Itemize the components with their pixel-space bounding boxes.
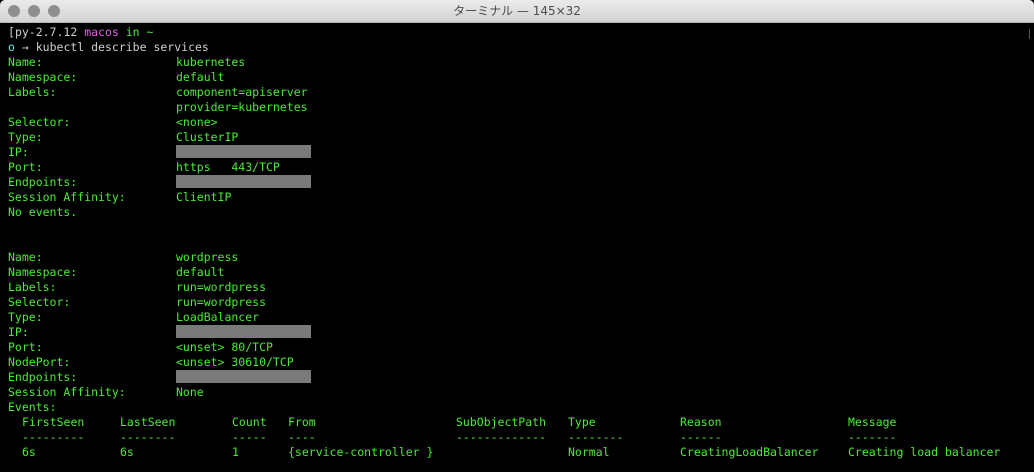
command-line: o → kubectl describe services: [8, 40, 209, 55]
field-label: Selector:: [8, 115, 71, 129]
column-header: FirstSeen: [22, 415, 85, 429]
service-name: wordpress: [176, 250, 239, 264]
table-cell: Normal: [568, 445, 610, 459]
label-value: run=wordpress: [176, 280, 267, 294]
title-bar: ターミナル — 145×32: [0, 0, 1034, 23]
field-label: Port:: [8, 160, 43, 174]
window-title: ターミナル — 145×32: [453, 4, 581, 18]
port-value: <unset> 80/TCP: [176, 340, 273, 354]
python-env: py-2.7.12: [14, 25, 78, 39]
field-label: Name:: [8, 250, 43, 264]
namespace-value: default: [176, 265, 225, 279]
prompt-line: [py-2.7.12 macos in ~: [8, 25, 154, 39]
field-label: Selector:: [8, 295, 71, 309]
type-value: ClusterIP: [176, 130, 239, 144]
column-underline: ------: [680, 430, 722, 444]
type-value: LoadBalancer: [176, 310, 260, 324]
selector-value: run=wordpress: [176, 295, 267, 309]
prompt-arrow: →: [21, 40, 29, 54]
terminal-output[interactable]: [py-2.7.12 macos in ~ o → kubectl descri…: [0, 23, 1034, 472]
affinity-value: None: [176, 385, 204, 399]
host-name: macos: [84, 25, 119, 39]
terminal-window: ターミナル — 145×32 [py-2.7.12 macos in ~ o →…: [0, 0, 1034, 472]
table-cell: CreatingLoadBalancer: [680, 445, 819, 459]
field-label: Events:: [8, 400, 57, 414]
table-cell: 6s: [120, 445, 134, 459]
column-header: Reason: [680, 415, 722, 429]
port-value: https 443/TCP: [176, 160, 280, 174]
label-value: provider=kubernetes: [176, 100, 308, 114]
table-cell: Creating load balancer: [848, 445, 1001, 459]
column-underline: --------: [568, 430, 624, 444]
current-path: ~: [146, 25, 154, 39]
column-header: LastSeen: [120, 415, 176, 429]
selector-value: <none>: [176, 115, 218, 129]
field-label: NodePort:: [8, 355, 71, 369]
field-label: IP:: [8, 145, 29, 159]
label-value: component=apiserver: [176, 85, 308, 99]
column-underline: ---------: [22, 430, 85, 444]
field-label: Port:: [8, 340, 43, 354]
field-label: Labels:: [8, 85, 57, 99]
command-text: kubectl describe services: [35, 40, 209, 54]
field-label: Endpoints:: [8, 370, 78, 384]
field-label: Name:: [8, 55, 43, 69]
field-label: IP:: [8, 325, 29, 339]
prompt-symbol: o: [8, 40, 15, 54]
redacted-endpoints: [176, 370, 311, 383]
redacted-ip: [176, 145, 311, 158]
field-label: Namespace:: [8, 265, 78, 279]
field-label: Type:: [8, 310, 43, 324]
column-header: From: [288, 415, 316, 429]
column-header: Type: [568, 415, 596, 429]
scrollbar-indicator[interactable]: [1029, 29, 1030, 39]
namespace-value: default: [176, 70, 225, 84]
field-label: Session Affinity:: [8, 385, 126, 399]
field-label: Endpoints:: [8, 175, 78, 189]
column-header: Count: [232, 415, 267, 429]
table-cell: {service-controller }: [288, 445, 434, 459]
table-cell: 6s: [22, 445, 36, 459]
table-cell: 1: [232, 445, 239, 459]
column-underline: ----: [288, 430, 316, 444]
nodeport-value: <unset> 30610/TCP: [176, 355, 294, 369]
column-header: SubObjectPath: [456, 415, 547, 429]
field-label: Namespace:: [8, 70, 78, 84]
column-underline: -----: [232, 430, 267, 444]
service-name: kubernetes: [176, 55, 246, 69]
field-label: Session Affinity:: [8, 190, 126, 204]
column-underline: -------------: [456, 430, 547, 444]
redacted-ip: [176, 325, 311, 338]
field-label: Labels:: [8, 280, 57, 294]
events-text: No events.: [8, 205, 78, 219]
in-text: in: [125, 25, 140, 39]
column-underline: --------: [120, 430, 176, 444]
column-header: Message: [848, 415, 897, 429]
column-underline: -------: [848, 430, 897, 444]
field-label: Type:: [8, 130, 43, 144]
redacted-endpoints: [176, 175, 311, 188]
affinity-value: ClientIP: [176, 190, 232, 204]
